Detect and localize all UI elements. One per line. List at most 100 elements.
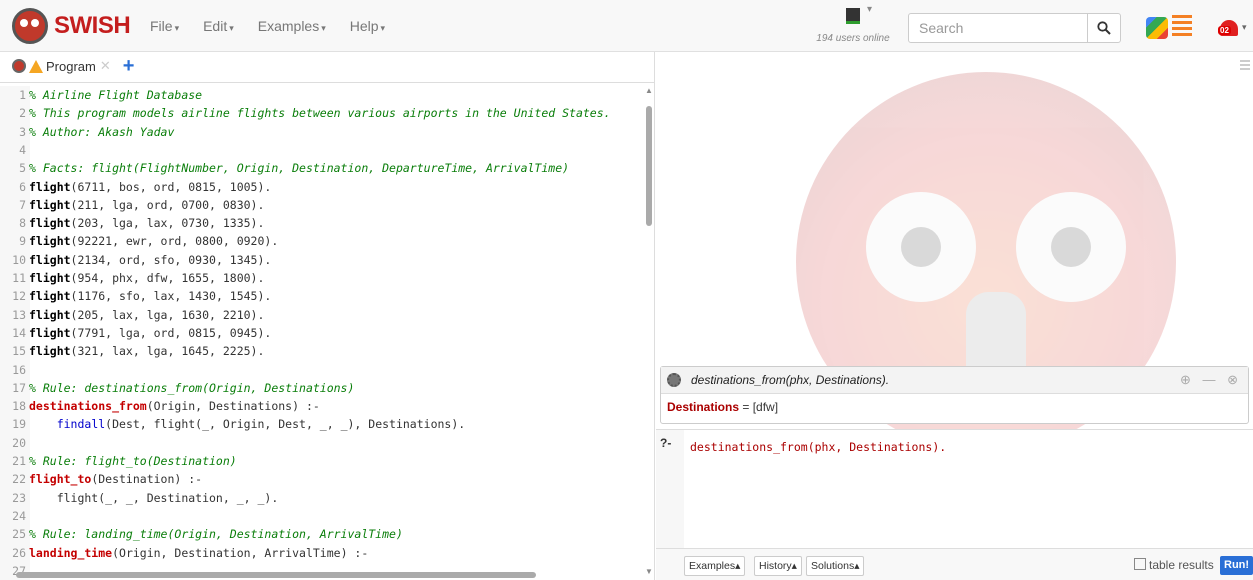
line-number: 26	[12, 545, 26, 560]
query-editor[interactable]: ?- destinations_from(phx, Destinations).…	[656, 429, 1253, 580]
chevron-down-icon: ▾	[1242, 22, 1247, 32]
code-line: 11 flight(954, phx, dfw, 1655, 1800).	[0, 269, 264, 287]
code-line: 14 flight(7791, lga, ord, 0815, 0945).	[0, 324, 271, 342]
line-number: 15	[12, 344, 26, 359]
code-line: 10 flight(2134, ord, sfo, 0930, 1345).	[0, 251, 271, 269]
line-number: 23	[12, 490, 26, 505]
line-number: 16	[12, 362, 26, 377]
query-input[interactable]: destinations_from(phx, Destinations).	[690, 440, 946, 454]
query-text: destinations_from(phx, Destinations).	[691, 373, 890, 387]
query-answer: Destinations = [dfw]	[667, 400, 779, 414]
line-number: 1	[19, 88, 26, 102]
line-number: 20	[12, 435, 26, 450]
online-count: 194 users online	[816, 33, 890, 44]
swish-brand[interactable]: SWISH	[12, 6, 131, 46]
warning-icon	[29, 59, 43, 73]
line-number: 9	[19, 234, 26, 249]
code-line: 23 flight(_, _, Destination, _, _).	[0, 489, 278, 507]
history-button[interactable]: History▴	[754, 556, 802, 576]
add-tab-button[interactable]: +	[123, 56, 135, 76]
menu-examples[interactable]: Examples ▾	[258, 18, 326, 34]
line-number: 7	[19, 197, 26, 212]
notifications-button[interactable]: 02 ▾	[1218, 16, 1247, 40]
program-pane: Program ✕ + 1% Airline Flight Database 2%…	[0, 52, 655, 580]
code-line: 2% This program models airline flights b…	[0, 104, 611, 122]
search-icon	[1097, 21, 1111, 35]
query-prompt: ?-	[660, 436, 672, 450]
stackoverflow-icon[interactable]	[1172, 15, 1192, 39]
table-results-toggle[interactable]: table results	[1134, 558, 1214, 572]
brand-name: SWISH	[54, 12, 131, 39]
line-number: 11	[12, 271, 26, 285]
query-footer: Examples▴ History▴ Solutions▴ table resu…	[656, 548, 1253, 580]
line-number: 24	[12, 508, 26, 523]
line-number: 14	[12, 325, 26, 340]
run-button[interactable]: Run!	[1220, 556, 1253, 575]
line-number: 5	[19, 161, 26, 176]
google-login-icon[interactable]	[1146, 17, 1168, 39]
horizontal-scrollbar[interactable]	[8, 570, 633, 578]
swish-logo-icon	[12, 8, 48, 44]
code-line: 26 landing_time(Origin, Destination, Arri…	[0, 544, 368, 562]
tab-bar: Program ✕ +	[0, 52, 654, 83]
menu-icon[interactable]	[1240, 60, 1250, 72]
line-number: 17	[12, 380, 26, 395]
code-line: 22 flight_to(Destination) :-	[0, 470, 202, 488]
code-line: 9 flight(92221, ewr, ord, 0800, 0920).	[0, 232, 278, 250]
online-users[interactable]: 194 users online	[808, 4, 898, 44]
line-number: 8	[19, 216, 26, 231]
code-line: 12 flight(1176, sfo, lax, 1430, 1545).	[0, 287, 271, 305]
menu-help[interactable]: Help ▾	[350, 18, 385, 34]
code-line: 5% Facts: flight(FlightNumber, Origin, D…	[0, 159, 569, 177]
code-line: 25% Rule: landing_time(Origin, Destinati…	[0, 525, 403, 543]
code-line: 4	[0, 141, 29, 159]
notification-badge: 02	[1218, 26, 1231, 35]
code-editor[interactable]: 1% Airline Flight Database 2% This progra…	[0, 86, 655, 580]
user-status-icon	[846, 4, 872, 24]
code-line: 3% Author: Akash Yadav	[0, 123, 174, 141]
line-number: 6	[19, 179, 26, 194]
solutions-button[interactable]: Solutions▴	[806, 556, 865, 576]
code-line: 8 flight(203, lga, lax, 0730, 1335).	[0, 214, 264, 232]
line-number: 21	[12, 454, 26, 468]
code-line: 24	[0, 507, 29, 525]
code-line: 21% Rule: flight_to(Destination)	[0, 452, 237, 470]
line-number: 22	[12, 472, 26, 487]
gear-icon	[667, 373, 681, 387]
line-number: 13	[12, 307, 26, 322]
line-number: 12	[12, 289, 26, 304]
main-menu: File ▾ Edit ▾ Examples ▾ Help ▾	[150, 0, 409, 52]
code-line: 19 findall(Dest, flight(_, Origin, Dest,…	[0, 415, 465, 433]
line-number: 4	[19, 142, 26, 157]
examples-button[interactable]: Examples▴	[684, 556, 746, 576]
checkbox[interactable]	[1134, 558, 1146, 570]
scroll-thumb[interactable]	[646, 106, 652, 226]
close-icon[interactable]: ✕	[100, 58, 111, 74]
tab-label: Program	[46, 58, 96, 74]
results-pane: destinations_from(phx, Destinations). ⊕ …	[656, 52, 1253, 580]
menu-file[interactable]: File ▾	[150, 18, 179, 34]
code-line: 13 flight(205, lax, lga, 1630, 2210).	[0, 306, 264, 324]
line-number: 3	[19, 124, 26, 139]
search-button[interactable]	[1087, 13, 1121, 43]
menu-edit[interactable]: Edit ▾	[203, 18, 234, 34]
code-line: 6 flight(6711, bos, ord, 0815, 1005).	[0, 178, 271, 196]
code-line: 7 flight(211, lga, ord, 0700, 0830).	[0, 196, 264, 214]
line-number: 10	[12, 252, 26, 267]
navbar: SWISH File▾ Edit▾ Examples▾ Help▾ 194 us…	[0, 0, 1253, 52]
code-line: 1% Airline Flight Database	[0, 86, 202, 104]
query-header: destinations_from(phx, Destinations). ⊕ …	[661, 367, 1248, 394]
code-line: 16	[0, 361, 29, 379]
tab-program[interactable]: Program ✕ +	[12, 56, 135, 76]
swish-logo-icon	[12, 59, 26, 73]
line-number: 2	[19, 106, 26, 121]
line-number: 18	[12, 399, 26, 414]
query-controls[interactable]: ⊕ — ⊗	[1180, 372, 1242, 388]
code-line: 15 flight(321, lax, lga, 1645, 2225).	[0, 342, 264, 360]
vertical-scrollbar[interactable]: ▲ ▼	[645, 86, 653, 576]
query-result-panel: destinations_from(phx, Destinations). ⊕ …	[660, 366, 1249, 424]
line-number: 19	[12, 417, 26, 432]
scroll-thumb[interactable]	[16, 572, 536, 578]
search-input[interactable]: Search	[908, 13, 1088, 43]
code-line: 17% Rule: destinations_from(Origin, Dest…	[0, 379, 354, 397]
